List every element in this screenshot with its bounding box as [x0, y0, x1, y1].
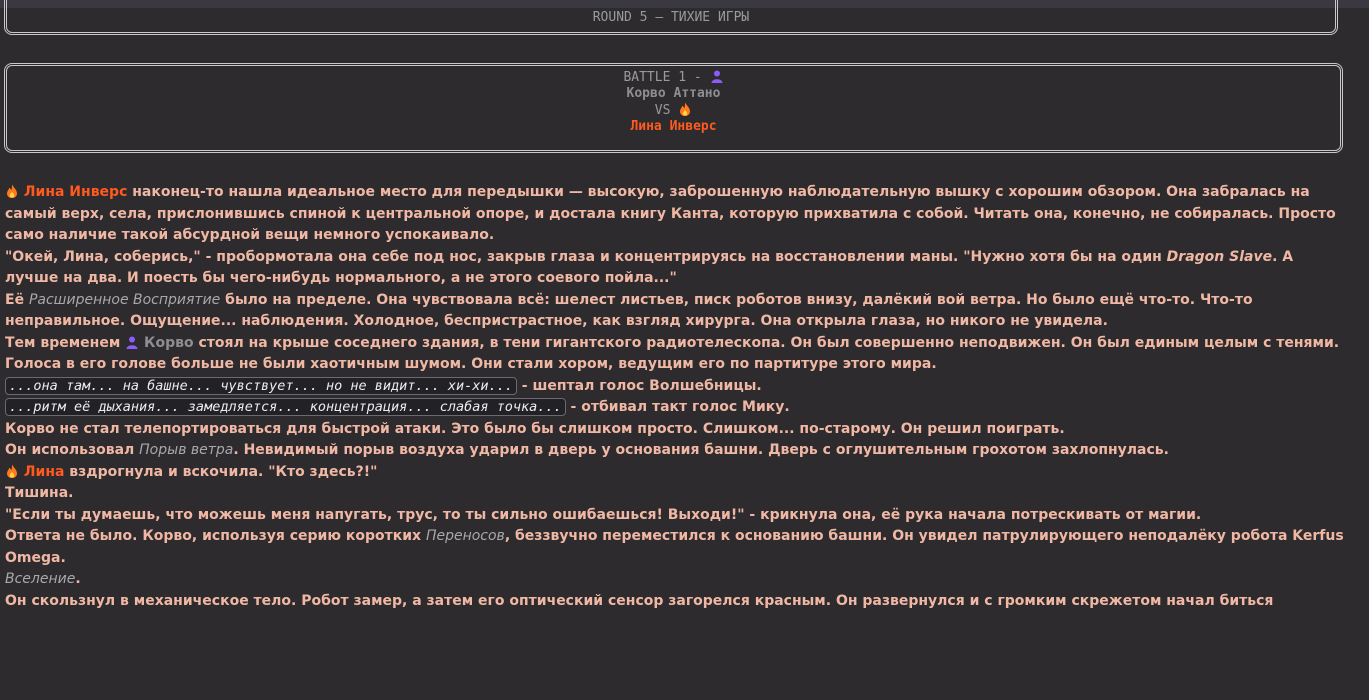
- story-text-run: Её: [5, 291, 29, 308]
- story-text-run: стоял на крыше соседнего здания, в тени …: [5, 334, 1340, 373]
- ability-name: Вселение: [5, 571, 76, 587]
- corvo-name: Корво: [144, 334, 194, 351]
- story-paragraph: Корво не стал телепортироваться для быст…: [5, 420, 1065, 437]
- battle-label-line: BATTLE 1 -: [7, 69, 1340, 86]
- story-text: Лина Инверс наконец-то нашла идеальное м…: [5, 182, 1345, 612]
- story-paragraph: ...она там... на башне... чувствует... н…: [5, 376, 1345, 398]
- story-paragraph: Он скользнул в механическое тело. Робот …: [5, 592, 1274, 609]
- vs-line: VS: [7, 102, 1340, 119]
- story-text-run: Он использовал: [5, 442, 140, 458]
- story-paragraph: Тишина.: [5, 485, 74, 501]
- round-header: ROUND 5 – ТИХИЕ ИГРЫ: [4, 0, 1338, 35]
- story-text-run: "Окей, Лина, соберись," - пробормотала о…: [5, 248, 1167, 265]
- spell-name: Dragon Slave: [1166, 248, 1273, 265]
- voice-whisper: ...она там... на башне... чувствует... н…: [5, 376, 517, 395]
- story-text-run: .: [75, 571, 81, 587]
- story-text-run: - отбивал такт голос Мику.: [565, 399, 790, 415]
- lina-name: Лина: [23, 463, 65, 480]
- story-text-run: - шептал голос Волшебницы.: [516, 377, 762, 394]
- fire-icon: [7, 184, 17, 198]
- story-paragraph: Ответа не было. Корво, используя серию к…: [5, 526, 1345, 569]
- ability-name: Порыв ветра: [139, 442, 234, 458]
- story-text-run: . Невидимый порыв воздуха ударил в дверь…: [233, 442, 1169, 458]
- fire-icon: [680, 102, 691, 116]
- story-paragraph: Вселение.: [5, 569, 1345, 591]
- ability-name: Переносов: [425, 528, 505, 544]
- battle-label: BATTLE 1 -: [623, 70, 702, 85]
- story-text-run: вздрогнула и вскочила. "Кто здесь?!": [64, 463, 378, 480]
- story-paragraph: "Окей, Лина, соберись," - пробормотала о…: [5, 247, 1345, 290]
- story-text-run: Тем временем: [5, 334, 126, 351]
- lina-name: Лина Инверс: [23, 184, 128, 200]
- story-text-run: наконец-то нашла идеальное место для пер…: [5, 184, 1336, 243]
- ability-name: Расширенное Восприятие: [28, 291, 221, 308]
- round-title: ROUND 5 – ТИХИЕ ИГРЫ: [592, 10, 750, 25]
- fire-icon: [7, 464, 17, 478]
- story-paragraph: Её Расширенное Восприятие было на предел…: [5, 290, 1345, 333]
- vs-label: VS: [654, 103, 671, 118]
- story-paragraph: "Если ты думаешь, что можешь меня напуга…: [5, 506, 1202, 523]
- story-paragraph: Лина Инверс наконец-то нашла идеальное м…: [5, 182, 1345, 247]
- voice-whisper: ...ритм её дыхания... замедляется... кон…: [5, 398, 566, 416]
- fighter2-name: Лина Инверс: [630, 119, 717, 134]
- story-text-run: Ответа не было. Корво, используя серию к…: [5, 528, 426, 544]
- story-paragraph: Он использовал Порыв ветра. Невидимый по…: [5, 440, 1345, 462]
- story-paragraph: Тем временем Корво стоял на крыше соседн…: [5, 333, 1345, 376]
- person-icon: [126, 336, 138, 349]
- battle-header: BATTLE 1 - Корво Аттано VS Лина Инверс: [4, 63, 1343, 153]
- person-icon: [711, 70, 723, 83]
- fighter1-name: Корво Аттано: [626, 86, 721, 101]
- story-paragraph: ...ритм её дыхания... замедляется... кон…: [5, 397, 1345, 419]
- story-paragraph: Лина вздрогнула и вскочила. "Кто здесь?!…: [5, 462, 1345, 484]
